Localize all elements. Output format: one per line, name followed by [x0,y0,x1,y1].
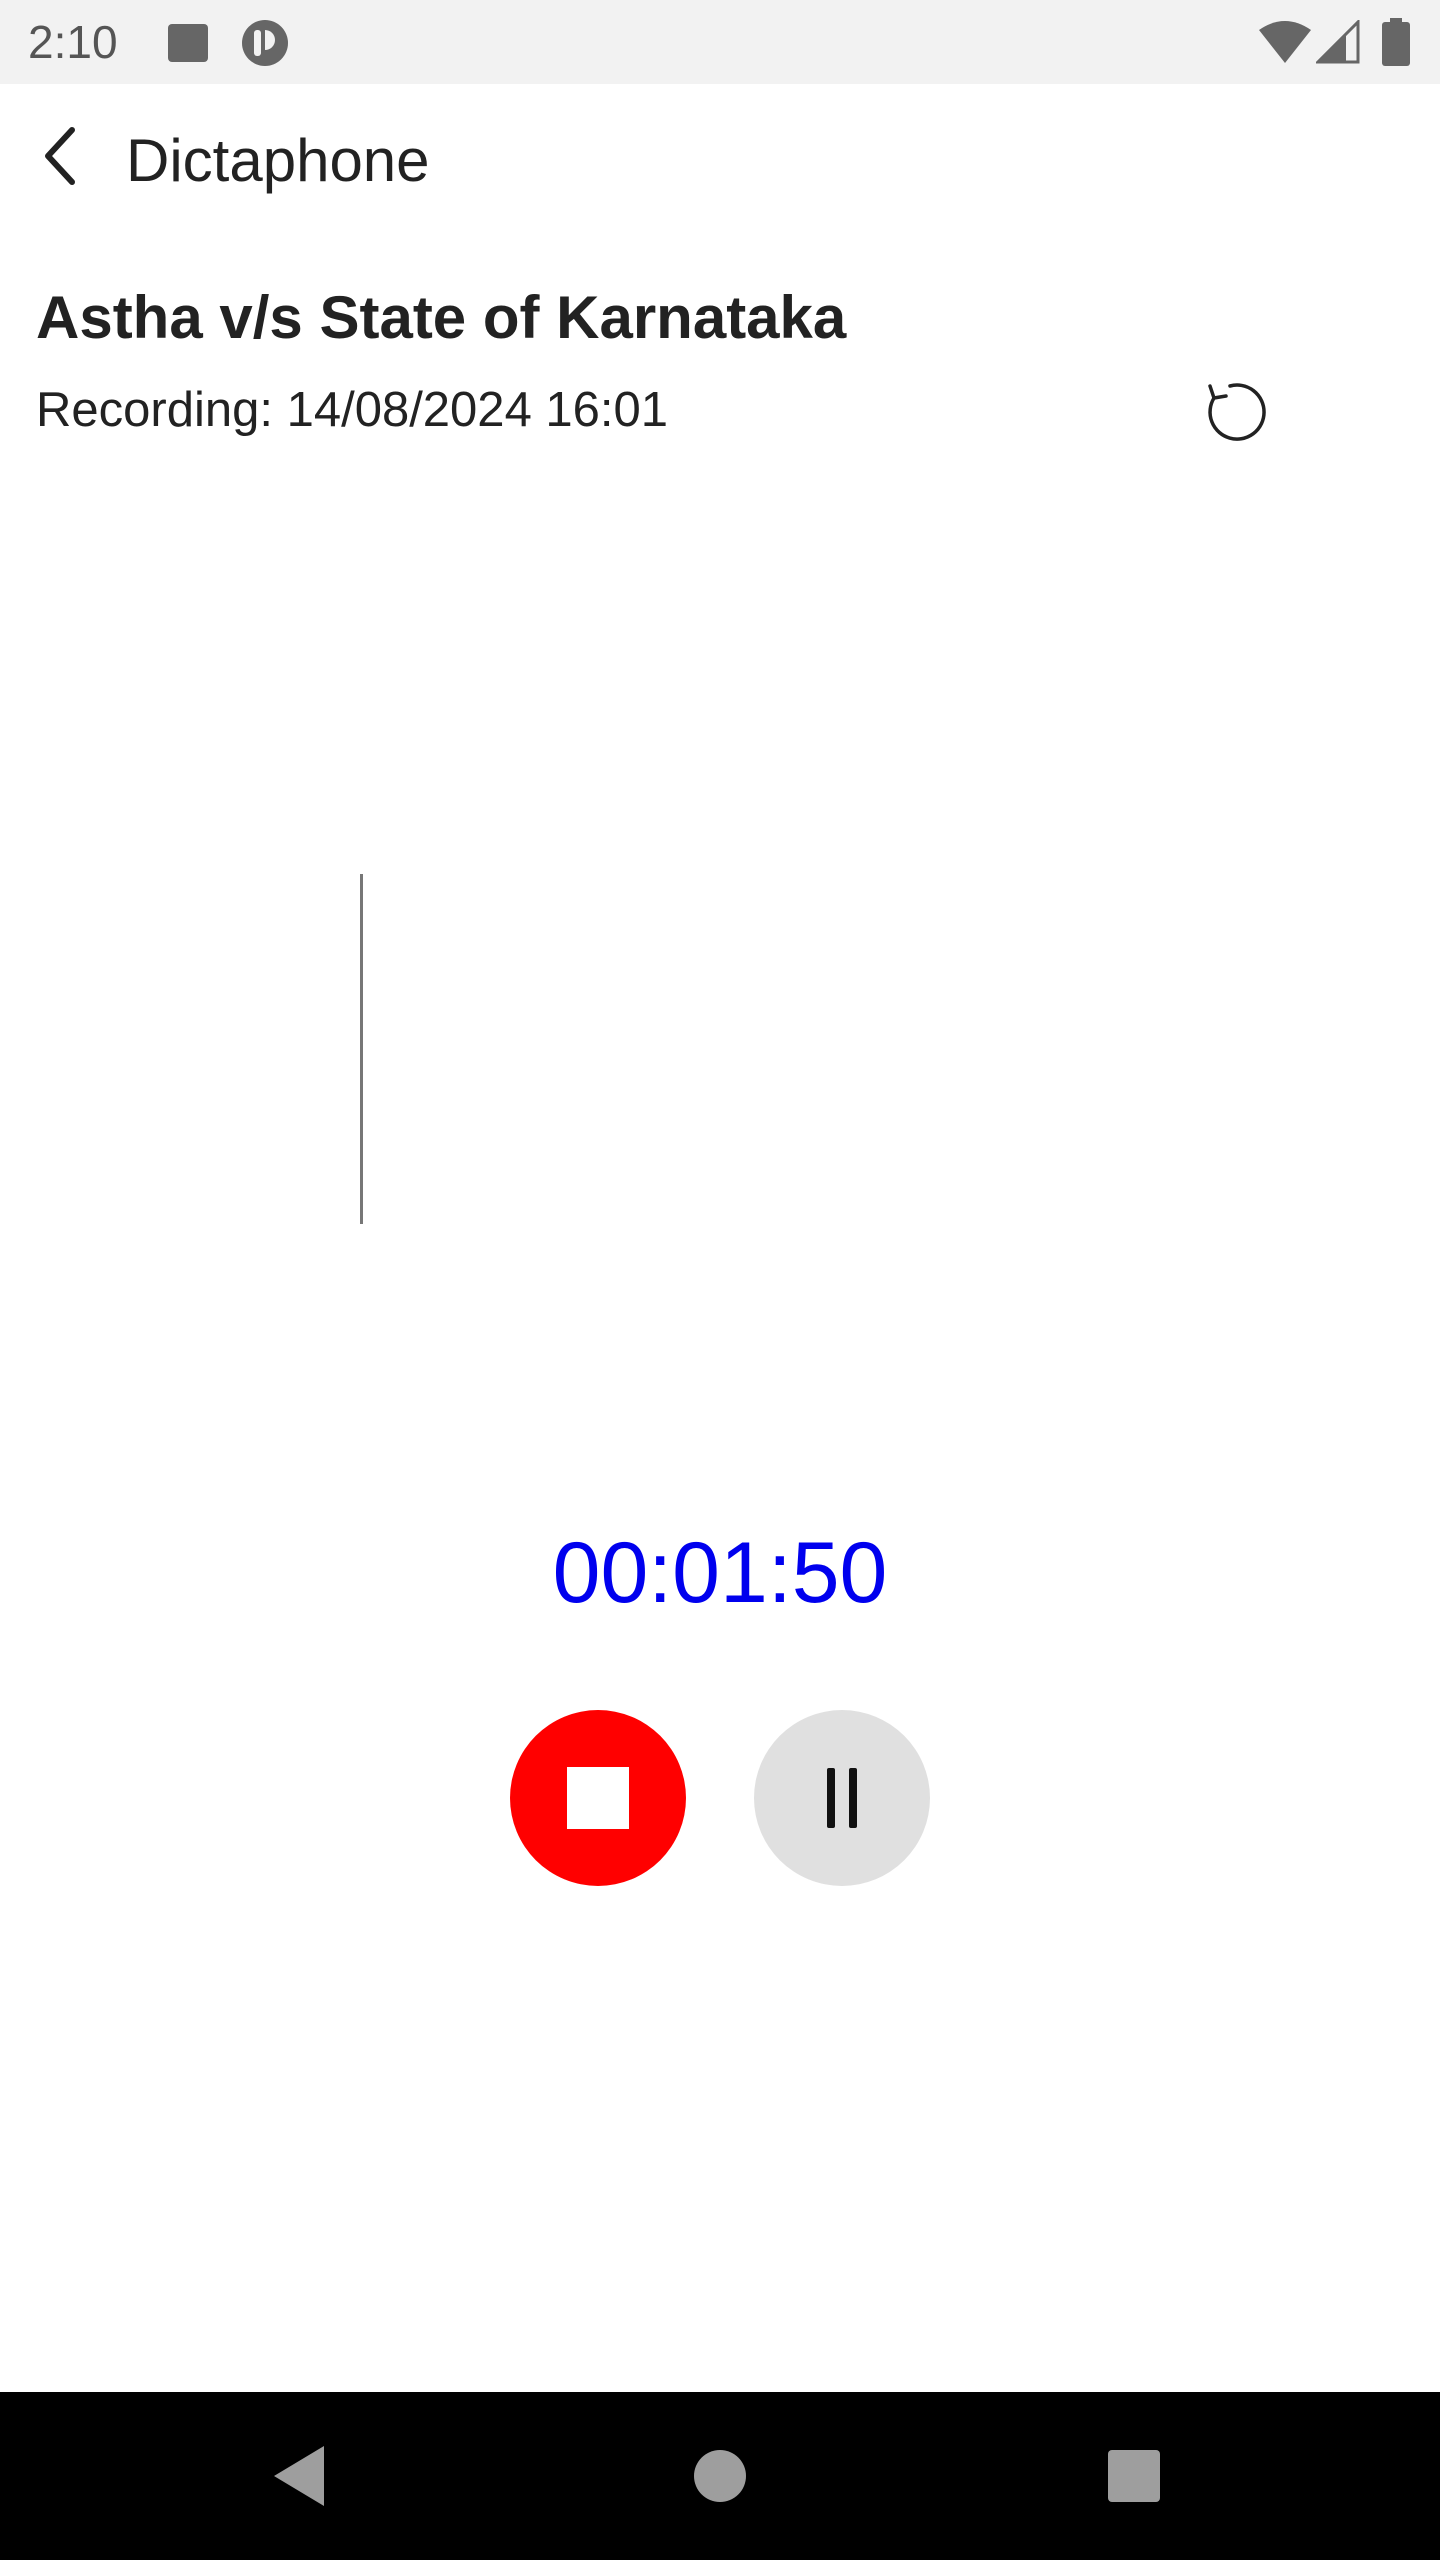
pause-bar-right [849,1768,857,1828]
nav-recents-button[interactable] [1096,2438,1172,2514]
wifi-icon [1258,20,1312,69]
recording-timer: 00:01:50 [552,1525,888,1621]
pause-button[interactable] [754,1710,930,1886]
recording-subtitle: Recording: 14/08/2024 16:01 [36,383,669,437]
app-title: Dictaphone [126,127,430,194]
status-bar: 2:10 [0,0,1440,84]
reset-button[interactable] [1200,376,1272,448]
battery-icon [1382,18,1410,71]
signal-icon [1314,18,1360,69]
chevron-left-icon [45,127,75,185]
back-button[interactable] [28,120,100,192]
nav-home-button[interactable] [682,2438,758,2514]
system-nav-bar [0,2392,1440,2560]
app-notification-icon [240,18,290,73]
recents-square-icon [1108,2450,1160,2502]
dictaphone-screen: 2:10 Dictaphone Astha v/s State of Karna… [0,0,1440,2560]
reset-icon [1208,383,1266,441]
back-triangle-icon [274,2446,324,2506]
recording-title: Astha v/s State of Karnataka [36,284,847,351]
playhead-line [360,874,363,1224]
notification-square-icon [166,22,210,69]
stop-button[interactable] [510,1710,686,1886]
app-bar: Dictaphone [0,84,1440,244]
nav-back-button[interactable] [262,2438,338,2514]
pause-bar-left [827,1768,835,1828]
home-circle-icon [694,2450,746,2502]
status-time: 2:10 [28,16,118,68]
waveform-area [0,860,1440,1240]
stop-icon [567,1767,629,1829]
